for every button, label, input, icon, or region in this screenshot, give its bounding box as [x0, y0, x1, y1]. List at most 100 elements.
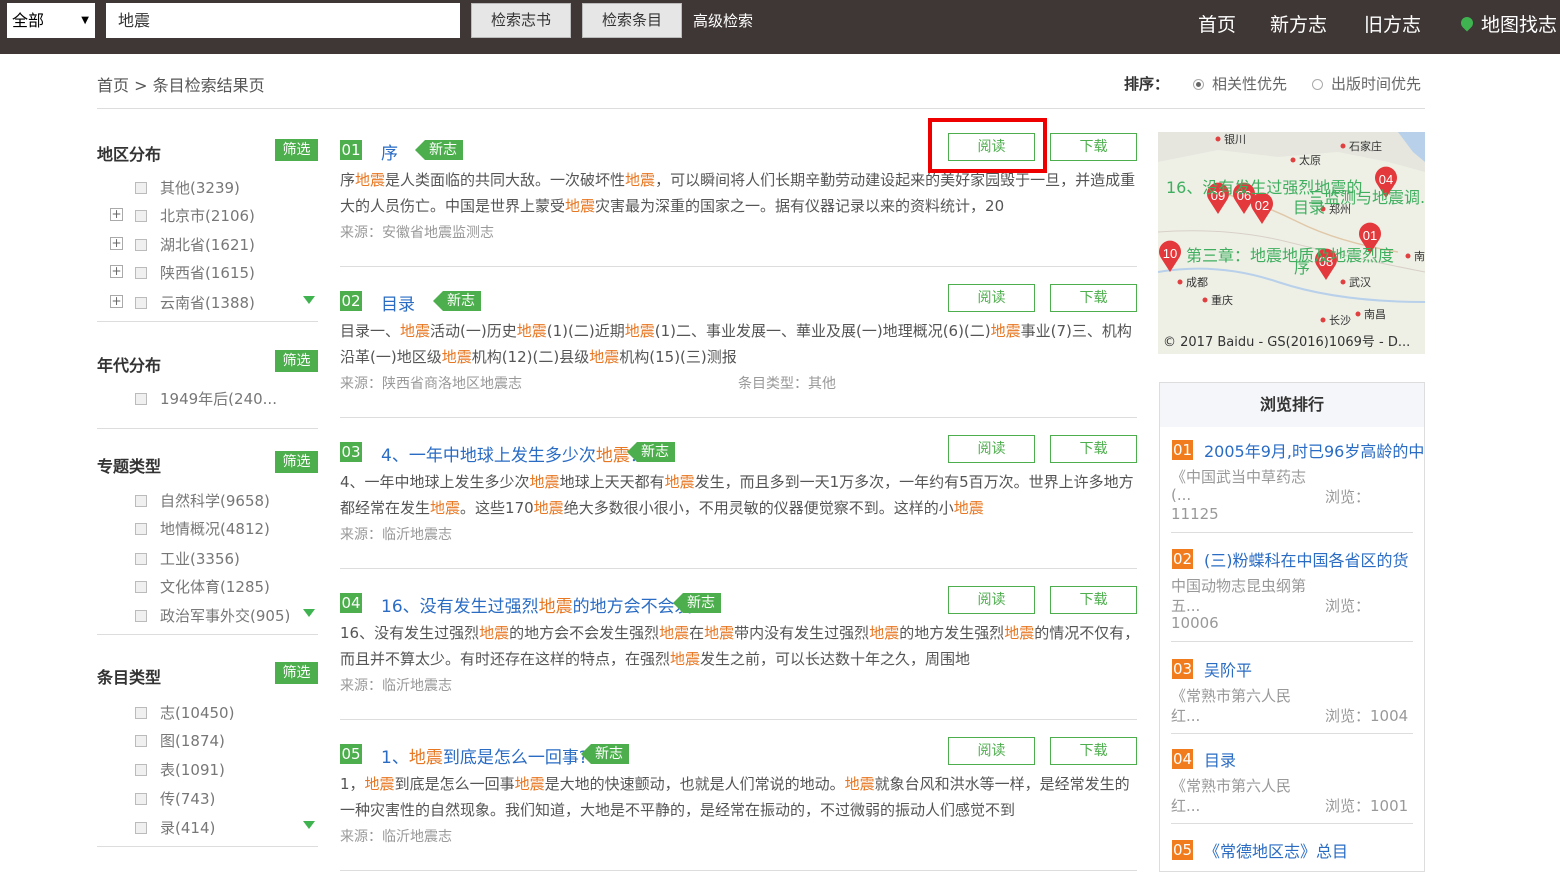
scope-select[interactable]: 全部 ▼: [7, 3, 95, 38]
result-title-link[interactable]: 序: [381, 139, 398, 164]
checkbox[interactable]: [135, 182, 147, 194]
new-gazetteer-tag: 新志: [433, 291, 481, 311]
nav-new-gazetteer[interactable]: 新方志: [1270, 10, 1327, 37]
checkbox[interactable]: [135, 267, 147, 279]
map-label[interactable]: 第三章：地震地质及地震烈度: [1186, 242, 1394, 266]
sort-date-radio[interactable]: 出版时间优先: [1312, 73, 1421, 94]
expand-icon[interactable]: +: [110, 295, 123, 308]
expand-more-icon[interactable]: [303, 296, 315, 304]
nav-old-gazetteer[interactable]: 旧方志: [1364, 10, 1421, 37]
filter-item[interactable]: 工业(3356): [135, 548, 240, 569]
result-title-link[interactable]: 1、地震到底是怎么一回事?: [381, 743, 588, 768]
rank-source-more: 红...: [1171, 707, 1201, 725]
filter-item-label: 北京市(2106): [160, 207, 255, 225]
filter-button-entry-type[interactable]: 筛选: [275, 662, 318, 684]
download-button[interactable]: 下载: [1050, 435, 1137, 463]
read-button[interactable]: 阅读: [948, 586, 1035, 614]
search-items-button[interactable]: 检索条目: [582, 3, 682, 38]
read-button[interactable]: 阅读: [948, 737, 1035, 765]
checkbox[interactable]: [135, 581, 147, 593]
rank-view-count: 10006: [1171, 614, 1219, 632]
filter-item[interactable]: 北京市(2106): [135, 205, 255, 226]
title-segment: 目录: [381, 295, 415, 315]
read-button[interactable]: 阅读: [948, 284, 1035, 312]
filter-item[interactable]: 表(1091): [135, 759, 225, 780]
rank-title-link[interactable]: 目录: [1204, 747, 1236, 771]
checkbox[interactable]: [135, 822, 147, 834]
nav-home[interactable]: 首页: [1198, 10, 1236, 37]
title-segment: 1、: [381, 748, 409, 768]
filter-item[interactable]: 政治军事外交(905): [135, 605, 290, 626]
map-label[interactable]: 序: [1294, 254, 1310, 278]
checkbox[interactable]: [135, 210, 147, 222]
filter-button-topic[interactable]: 筛选: [275, 451, 318, 473]
nav-map-search[interactable]: 地图找志: [1458, 10, 1557, 37]
filter-item[interactable]: 1949年后(240...: [135, 388, 277, 409]
filter-item[interactable]: 文化体育(1285): [135, 576, 270, 597]
city-dot: [1320, 317, 1326, 323]
city-label: 重庆: [1211, 293, 1233, 307]
ranking-title: 浏览排行: [1160, 383, 1424, 427]
checkbox[interactable]: [135, 764, 147, 776]
read-button[interactable]: 阅读: [948, 435, 1035, 463]
rank-title-link[interactable]: 《常德地区志》总目: [1204, 838, 1348, 862]
map-label[interactable]: 三监测与地震调...: [1308, 184, 1425, 208]
rank-title-link[interactable]: 2005年9月,时已96岁高龄的中: [1204, 438, 1424, 462]
result-title-link[interactable]: 4、一年中地球上发生多少次地震？: [381, 441, 647, 466]
new-gazetteer-tag: 新志: [673, 593, 721, 613]
download-button[interactable]: 下载: [1050, 284, 1137, 312]
filter-item[interactable]: 传(743): [135, 788, 215, 809]
map-widget[interactable]: 银川 石家庄 太原 郑州 成都 重庆 武汉 长沙 南昌南 09 06 02 01 10 08 04 16、没…: [1158, 132, 1425, 354]
result-title-link[interactable]: 目录: [381, 290, 415, 315]
checkbox[interactable]: [135, 495, 147, 507]
expand-icon[interactable]: +: [110, 208, 123, 221]
divider: [97, 108, 1425, 109]
divider: [340, 870, 1137, 871]
download-button[interactable]: 下载: [1050, 586, 1137, 614]
expand-more-icon[interactable]: [303, 821, 315, 829]
divider: [1171, 823, 1413, 824]
rank-source-more: (...: [1171, 486, 1192, 504]
checkbox[interactable]: [135, 793, 147, 805]
filter-button-region[interactable]: 筛选: [275, 139, 318, 161]
expand-more-icon[interactable]: [303, 609, 315, 617]
expand-icon[interactable]: +: [110, 237, 123, 250]
rank-views: 浏览：1001: [1325, 797, 1409, 815]
rank-title-link[interactable]: 吴阶平: [1204, 657, 1252, 681]
search-books-button[interactable]: 检索志书: [471, 3, 571, 38]
snippet-segment: 在: [689, 624, 705, 642]
filter-button-era[interactable]: 筛选: [275, 350, 318, 372]
rank-title-link[interactable]: (三)粉蝶科在中国各省区的货: [1204, 547, 1409, 571]
city-dot: [1215, 136, 1221, 142]
checkbox[interactable]: [135, 707, 147, 719]
filter-item-label: 录(414): [160, 819, 216, 837]
filter-item[interactable]: 陕西省(1615): [135, 262, 255, 283]
checkbox[interactable]: [135, 239, 147, 251]
checkbox[interactable]: [135, 610, 147, 622]
sort-relevance-radio[interactable]: 相关性优先: [1193, 73, 1287, 94]
advanced-search-link[interactable]: 高级检索: [693, 10, 753, 31]
result-title-link[interactable]: 16、没有发生过强烈地震的地方会不会发: [381, 592, 692, 617]
snippet-segment: (1)二、事业发展一、華业及展(一)地理概况(6)(二): [654, 322, 991, 340]
filter-item[interactable]: 图(1874): [135, 730, 225, 751]
filter-item[interactable]: 湖北省(1621): [135, 234, 255, 255]
expand-icon[interactable]: +: [110, 265, 123, 278]
filter-item[interactable]: 录(414): [135, 817, 215, 838]
filter-item[interactable]: 志(10450): [135, 702, 234, 723]
filter-item[interactable]: 云南省(1388): [135, 292, 255, 313]
checkbox[interactable]: [135, 393, 147, 405]
filter-item[interactable]: 其他(3239): [135, 177, 240, 198]
checkbox[interactable]: [135, 523, 147, 535]
checkbox[interactable]: [135, 297, 147, 309]
filter-item[interactable]: 地情概况(4812): [135, 518, 270, 539]
snippet-segment: 灾害最为深重的国家之一。据有仪器记录以来的资料统计，20: [595, 197, 1005, 215]
snippet-segment: 的地方会不会发生强烈: [509, 624, 660, 642]
download-button[interactable]: 下载: [1050, 133, 1137, 161]
filter-item[interactable]: 自然科学(9658): [135, 490, 270, 511]
checkbox[interactable]: [135, 553, 147, 565]
search-input[interactable]: 地震: [106, 3, 460, 38]
checkbox[interactable]: [135, 735, 147, 747]
download-button[interactable]: 下载: [1050, 737, 1137, 765]
divider: [97, 846, 318, 847]
snippet-segment: 序: [340, 171, 356, 189]
